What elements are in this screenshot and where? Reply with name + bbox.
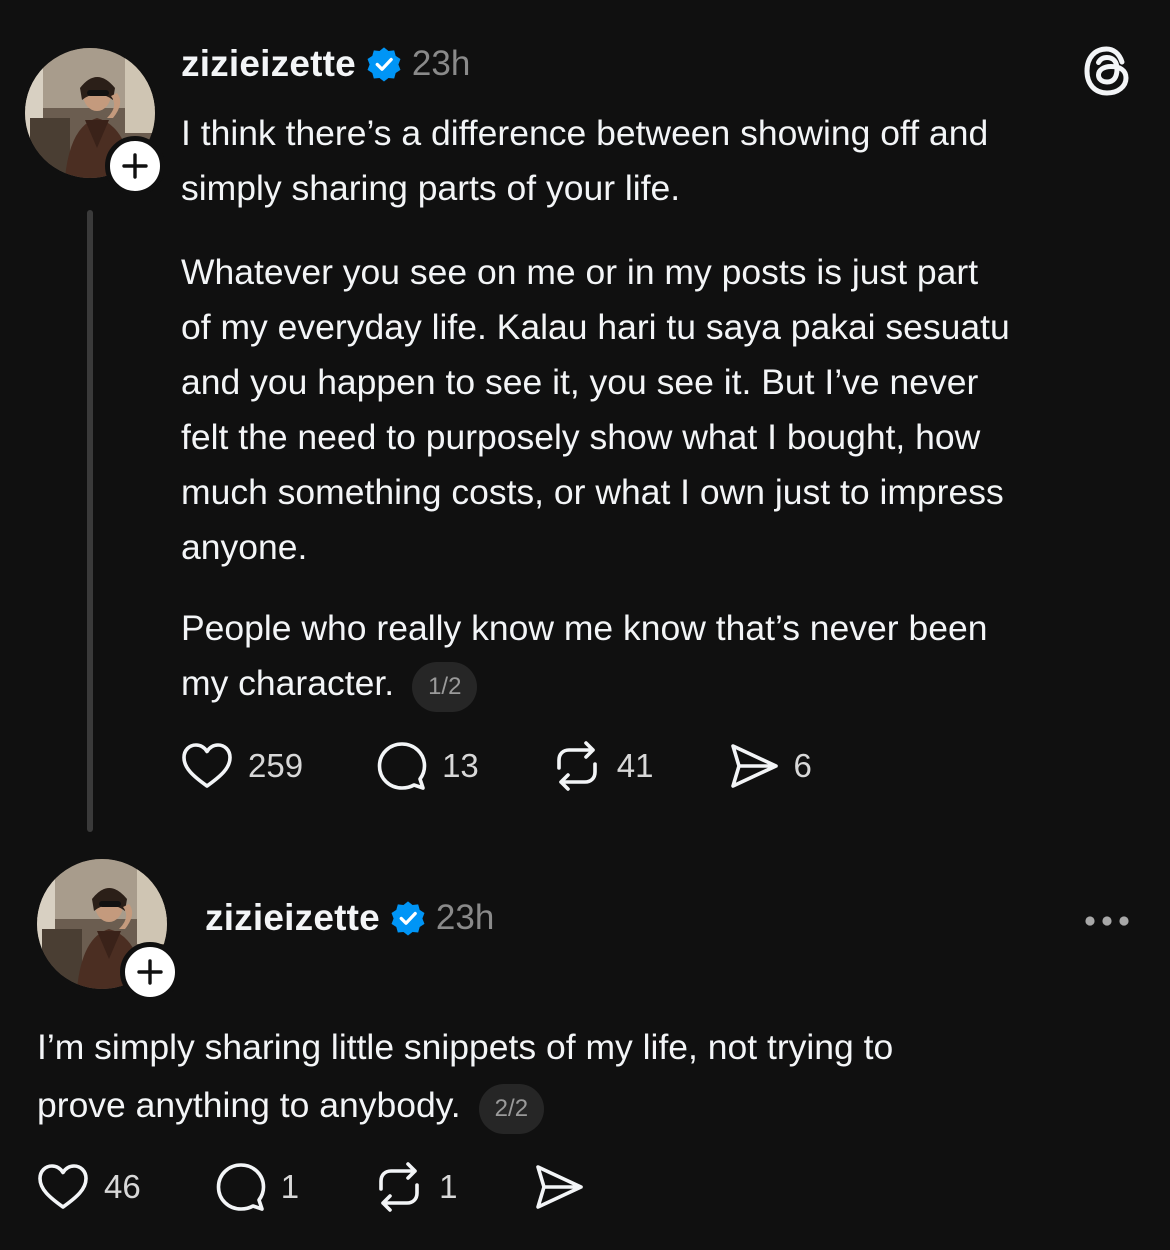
thread-pager: 2/2	[478, 1083, 545, 1134]
reply-button[interactable]: 1	[215, 1161, 299, 1213]
repost-icon	[379, 1162, 419, 1212]
comment-icon	[216, 1163, 266, 1211]
action-bar: 46 1 1	[36, 1161, 585, 1213]
follow-button[interactable]	[120, 942, 180, 1002]
like-button[interactable]: 259	[180, 741, 303, 791]
post-paragraph-3-wrap: People who really know me know that’s ne…	[181, 601, 987, 716]
repost-count: 41	[616, 747, 654, 784]
follow-button[interactable]	[105, 136, 165, 196]
share-count: 6	[793, 747, 812, 784]
post-time: 23h	[411, 44, 471, 83]
send-icon	[536, 1165, 584, 1209]
threads-logo-icon[interactable]	[1082, 45, 1132, 97]
like-count: 259	[248, 747, 304, 784]
post-paragraph-2: Whatever you see on me or in my posts is…	[181, 252, 1010, 567]
reply-count: 1	[280, 1168, 300, 1205]
heart-icon	[182, 743, 232, 788]
post-paragraph-1: I think there’s a difference between sho…	[181, 113, 989, 208]
post-text-wrap: I’m simply sharing little snippets of my…	[37, 1018, 1147, 1138]
share-button[interactable]	[533, 1161, 585, 1213]
comment-icon	[377, 742, 427, 790]
plus-icon	[137, 959, 163, 985]
reply-count: 13	[442, 747, 479, 784]
heart-icon	[38, 1164, 88, 1209]
post-paragraph-3: People who really know me know that’s ne…	[181, 608, 988, 703]
share-button[interactable]: 6	[728, 740, 812, 792]
like-button[interactable]: 46	[36, 1162, 141, 1212]
verified-badge-icon	[367, 47, 401, 82]
post-header: zizieizette 23h	[181, 39, 470, 89]
action-bar: 259 13 41 6	[180, 740, 812, 792]
send-icon	[730, 744, 778, 788]
plus-icon	[122, 153, 148, 179]
username[interactable]: zizieizette	[181, 43, 356, 85]
post-time: 23h	[435, 898, 495, 937]
repost-button[interactable]: 41	[551, 740, 654, 792]
more-dots-icon[interactable]	[1082, 912, 1132, 930]
like-count: 46	[104, 1168, 141, 1205]
username[interactable]: zizieizette	[205, 897, 380, 939]
post-header: zizieizette 23h	[205, 893, 494, 943]
reply-button[interactable]: 13	[376, 740, 479, 792]
thread-pager: 1/2	[412, 661, 478, 712]
verified-badge-icon	[391, 901, 425, 936]
thread-line	[87, 210, 93, 832]
repost-count: 1	[439, 1168, 458, 1205]
repost-button[interactable]: 1	[373, 1161, 457, 1213]
post-text: I’m simply sharing little snippets of my…	[37, 1027, 894, 1125]
repost-icon	[556, 741, 597, 791]
